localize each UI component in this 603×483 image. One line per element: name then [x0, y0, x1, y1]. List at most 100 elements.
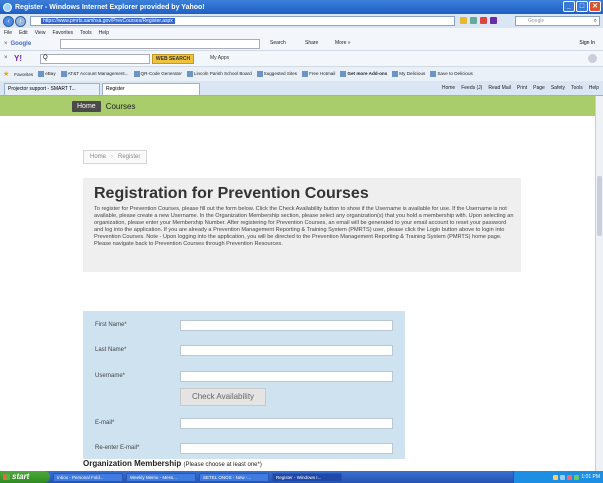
- search-icon[interactable]: ⌕: [594, 17, 597, 25]
- close-icon[interactable]: ×: [4, 41, 8, 47]
- vertical-scrollbar[interactable]: [595, 96, 603, 471]
- intro-panel: Registration for Prevention Courses To r…: [83, 178, 521, 272]
- my-apps-button[interactable]: My Apps: [210, 55, 229, 61]
- google-search-button[interactable]: Search: [270, 40, 286, 46]
- help-menu[interactable]: Help: [589, 85, 599, 91]
- taskbar-item-weekly-memo[interactable]: Weekly Memo - Mess...: [126, 472, 196, 482]
- read-mail-button[interactable]: Read Mail: [488, 85, 511, 91]
- org-membership-title: Organization Membership: [83, 459, 182, 468]
- maximize-button[interactable]: □: [576, 1, 588, 12]
- fav-item-label: QR-Code Generator: [140, 71, 182, 77]
- yahoo-logo: Y!: [14, 54, 22, 63]
- menu-help[interactable]: Help: [99, 30, 109, 36]
- web-search-button[interactable]: WEB SEARCH: [152, 54, 194, 64]
- site-nav: Home Courses: [72, 99, 135, 114]
- taskbar-item-register[interactable]: Register - Windows I...: [272, 472, 342, 482]
- address-bar[interactable]: https://www.pmrts.samhsa.gov/PrevCourses…: [30, 16, 455, 26]
- last-name-field[interactable]: [180, 345, 393, 356]
- google-logo: Google: [10, 40, 32, 47]
- tools-menu[interactable]: Tools: [571, 85, 583, 91]
- reenter-email-field[interactable]: [180, 443, 393, 454]
- clock[interactable]: 1:01 PM: [581, 474, 600, 480]
- breadcrumb-home[interactable]: Home: [90, 154, 106, 160]
- lock-icon[interactable]: [460, 17, 467, 24]
- browser-search-input[interactable]: Google ⌕: [515, 16, 600, 26]
- yahoo-search-icon[interactable]: [490, 17, 497, 24]
- fav-item[interactable]: Free Hotmail: [302, 71, 335, 77]
- page-content: Home Courses Home › Register Registratio…: [0, 96, 595, 471]
- share-button[interactable]: Share: [305, 40, 318, 46]
- first-name-field[interactable]: [180, 320, 393, 331]
- close-button[interactable]: ✕: [589, 1, 601, 12]
- refresh-icon[interactable]: [470, 17, 477, 24]
- sign-in-link[interactable]: Sign In: [579, 40, 595, 46]
- page-icon: [340, 71, 347, 77]
- tab-row: Projector support - SMART T... Register …: [0, 81, 603, 96]
- tab-register[interactable]: Register: [102, 83, 200, 95]
- taskbar: start Inbox - Personal Fold... Weekly Me…: [0, 471, 603, 483]
- tab-projector-support[interactable]: Projector support - SMART T...: [4, 83, 100, 95]
- minimize-button[interactable]: _: [563, 1, 575, 12]
- taskbar-item-setel[interactable]: SETEL ONOS - New -...: [199, 472, 269, 482]
- menu-tools[interactable]: Tools: [80, 30, 92, 36]
- page-icon: [38, 71, 45, 77]
- start-button[interactable]: start: [0, 471, 50, 483]
- fav-item-label: Lincoln Parish School Board: [193, 71, 252, 77]
- menu-favorites[interactable]: Favorites: [52, 30, 73, 36]
- print-button[interactable]: Print: [517, 85, 527, 91]
- fav-item[interactable]: QR-Code Generator: [133, 71, 182, 77]
- taskbar-item-inbox[interactable]: Inbox - Personal Fold...: [53, 472, 123, 482]
- fav-item[interactable]: Save to Delicious: [430, 71, 473, 77]
- tray-icon[interactable]: [560, 474, 566, 480]
- search-provider-label: Google: [528, 18, 545, 24]
- favorites-star-icon[interactable]: ★: [3, 70, 9, 78]
- page-icon: [392, 71, 399, 77]
- email-field[interactable]: [180, 418, 393, 429]
- fav-item-label: Save to Delicious: [437, 71, 473, 77]
- google-search-input[interactable]: [60, 39, 260, 49]
- page-icon: [302, 71, 309, 77]
- menu-file[interactable]: File: [4, 30, 12, 36]
- address-row: ‹ › https://www.pmrts.samhsa.gov/PrevCou…: [0, 14, 603, 28]
- yahoo-toolbar: × Y! Q WEB SEARCH My Apps: [0, 51, 603, 67]
- start-label: start: [12, 472, 30, 481]
- more-button[interactable]: More »: [335, 40, 351, 46]
- stop-icon[interactable]: [480, 17, 487, 24]
- page-icon: [60, 71, 67, 77]
- check-availability-button[interactable]: Check Availability: [180, 388, 266, 406]
- last-name-label: Last Name*: [95, 347, 127, 353]
- tray-icon[interactable]: [553, 474, 559, 480]
- home-button[interactable]: Home: [442, 85, 455, 91]
- fav-item[interactable]: Get more Add-ons: [340, 71, 387, 77]
- fav-item[interactable]: Lincoln Parish School Board: [186, 71, 252, 77]
- menu-bar: File Edit View Favorites Tools Help: [0, 28, 603, 37]
- window-controls: _ □ ✕: [563, 1, 601, 12]
- intro-text: To register for Prevention Courses, plea…: [94, 206, 514, 247]
- fav-item[interactable]: Suggested Sites: [256, 71, 298, 77]
- site-home-button[interactable]: Home: [72, 101, 101, 112]
- tray-icon[interactable]: [567, 474, 573, 480]
- settings-icon[interactable]: [588, 54, 597, 63]
- safety-menu[interactable]: Safety: [551, 85, 565, 91]
- yahoo-search-input[interactable]: Q: [40, 54, 150, 64]
- fav-item-label: Suggested Sites: [263, 71, 298, 77]
- username-label: Username*: [95, 373, 126, 379]
- favorites-label[interactable]: Favorites: [14, 72, 33, 77]
- username-field[interactable]: [180, 371, 393, 382]
- close-icon[interactable]: ×: [4, 55, 8, 61]
- google-toolbar: × Google Search Share More » Sign In: [0, 37, 603, 51]
- feeds-button[interactable]: Feeds (J): [461, 85, 482, 91]
- fav-item[interactable]: My Delicious: [392, 71, 425, 77]
- back-button[interactable]: ‹: [3, 15, 14, 27]
- tray-icon[interactable]: [574, 474, 580, 480]
- forward-button[interactable]: ›: [15, 15, 26, 27]
- fav-item-label: AT&T Account Management...: [67, 71, 129, 77]
- page-menu[interactable]: Page: [533, 85, 545, 91]
- scrollbar-thumb[interactable]: [597, 176, 602, 236]
- menu-edit[interactable]: Edit: [19, 30, 28, 36]
- address-icons: [460, 17, 497, 24]
- fav-item[interactable]: eBay: [38, 71, 56, 77]
- system-tray: 1:01 PM: [513, 471, 603, 483]
- fav-item[interactable]: AT&T Account Management...: [60, 71, 129, 77]
- menu-view[interactable]: View: [35, 30, 46, 36]
